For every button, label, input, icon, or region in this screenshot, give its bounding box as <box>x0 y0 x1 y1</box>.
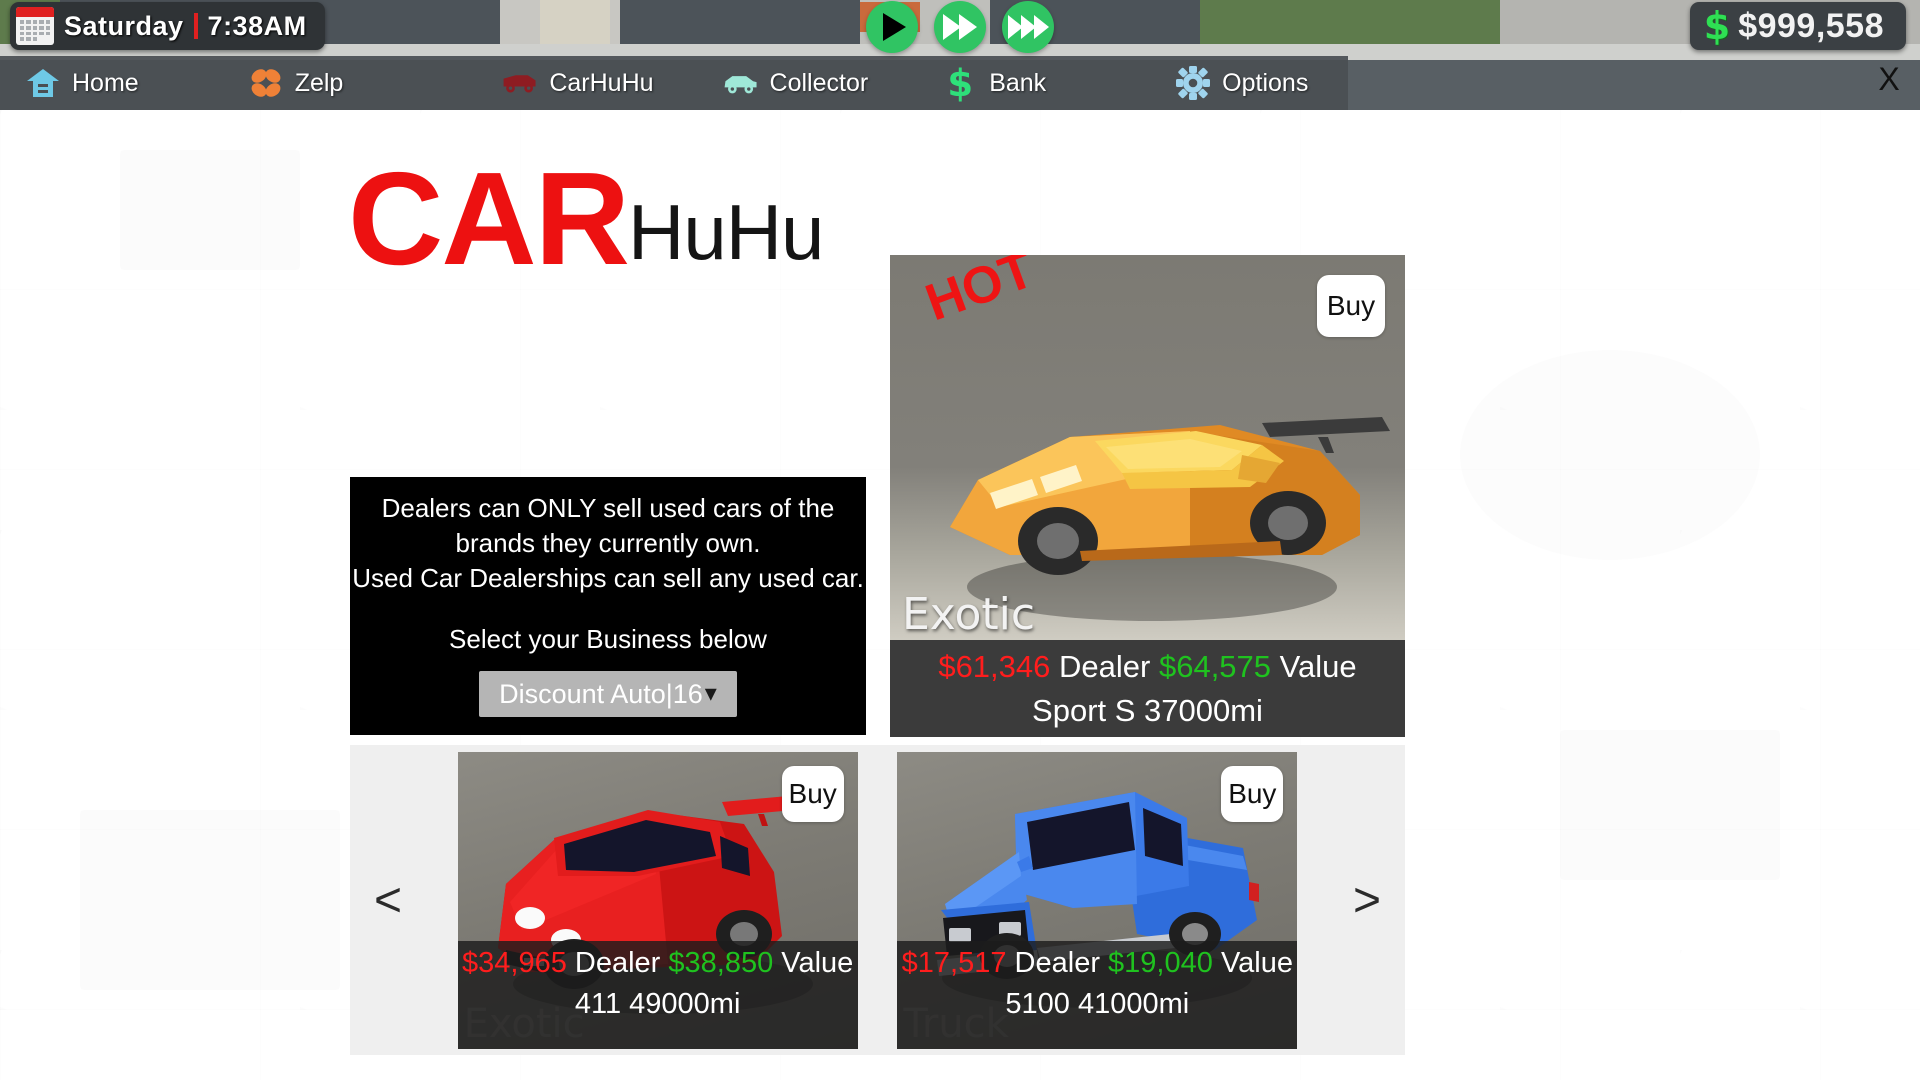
featured-model-label: Sport S 37000mi <box>1032 693 1263 728</box>
chevron-down-icon: ▾ <box>704 680 717 707</box>
featured-car-photo: HOT Buy Exotic <box>890 255 1405 640</box>
listing-price-line: $17,517 Dealer $19,040 Value <box>897 943 1297 984</box>
business-select-dropdown[interactable]: Discount Auto|16 ▾ <box>479 671 737 717</box>
featured-value-price: $64,575 <box>1158 649 1272 684</box>
fast-forward-2x-button[interactable] <box>934 1 986 53</box>
listing-model-label: 411 49000mi <box>574 987 741 1020</box>
nav-label-home: Home <box>72 68 139 97</box>
info-line-2: brands they currently own. <box>455 528 761 558</box>
business-select-value: Discount Auto|16 <box>499 678 703 709</box>
fast-forward-3x-button[interactable] <box>1002 1 1054 53</box>
listing-info: $17,517 Dealer $19,040 Value 5100 41000m… <box>897 940 1298 1049</box>
nav-label-bank: Bank <box>989 68 1047 97</box>
nav-item-carhuhu[interactable]: CarHuHu <box>487 56 667 110</box>
featured-value-label: Value <box>1279 649 1357 684</box>
listing-model-label: 5100 41000mi <box>1005 987 1190 1020</box>
gallery-prev-button[interactable]: < <box>358 745 418 1055</box>
logo-secondary-text: HuHu <box>627 188 824 277</box>
van-icon <box>501 66 539 100</box>
gear-icon <box>1174 66 1212 100</box>
nav-item-zelp[interactable]: Zelp <box>233 56 358 110</box>
dollar-icon: $ <box>947 61 974 105</box>
listing-price-line: $34,965 Dealer $38,850 Value <box>458 943 858 984</box>
nav-label-carhuhu: CarHuHu <box>549 68 654 97</box>
listing-dealer-price: $34,965 <box>462 946 567 979</box>
featured-listing-card[interactable]: HOT Buy Exotic $61,346 Dealer $64,575 Va… <box>890 255 1405 737</box>
gallery-next-button[interactable]: > <box>1337 745 1397 1055</box>
listing-buy-button[interactable]: Buy <box>781 765 844 822</box>
listing-info: $34,965 Dealer $38,850 Value 411 49000mi <box>457 940 858 1049</box>
speed-controls <box>866 1 1054 53</box>
double-forward-icon <box>943 14 977 40</box>
featured-dealer-label: Dealer <box>1059 649 1151 684</box>
listing-value-label: Value <box>781 946 854 979</box>
nav-item-home[interactable]: Home <box>10 56 153 110</box>
nav-label-collector: Collector <box>769 68 869 97</box>
flower-icon <box>247 66 285 100</box>
featured-buy-button[interactable]: Buy <box>1317 275 1385 337</box>
triple-forward-icon <box>1007 15 1049 39</box>
listing-value-label: Value <box>1220 946 1293 979</box>
play-button[interactable] <box>866 1 918 53</box>
listing-value-price: $19,040 <box>1108 946 1213 979</box>
home-icon <box>24 66 62 100</box>
nav-label-zelp: Zelp <box>294 68 344 97</box>
listing-buy-button[interactable]: Buy <box>1221 765 1284 822</box>
info-line-3: Used Car Dealerships can sell any used c… <box>352 563 864 593</box>
carhuhu-panel: CAR HuHu Dealers can ONLY sell used cars… <box>0 110 1920 1080</box>
listing-dealer-price: $17,517 <box>901 946 1007 979</box>
info-panel: Dealers can ONLY sell used cars of the b… <box>350 477 866 735</box>
nav-item-options[interactable]: Options <box>1160 56 1322 110</box>
select-business-label: Select your Business below <box>449 624 767 654</box>
listing-value-price: $38,850 <box>668 946 774 979</box>
nav-item-collector[interactable]: Collector <box>708 56 883 110</box>
featured-price-line: $61,346 Dealer $64,575 Value <box>890 645 1405 689</box>
featured-listing-info: $61,346 Dealer $64,575 Value Sport S 370… <box>890 640 1405 737</box>
nav-label-options: Options <box>1222 68 1309 97</box>
logo-primary-text: CAR <box>348 145 630 292</box>
listing-card[interactable]: Buy Truck $17,517 Dealer $19,040 Value 5… <box>897 751 1298 1049</box>
listing-card[interactable]: Buy Exotic $34,965 Dealer $38,850 Value … <box>457 751 858 1049</box>
carhuhu-logo: CAR HuHu <box>348 145 824 292</box>
listing-dealer-label: Dealer <box>1014 946 1100 979</box>
close-button[interactable]: X <box>1866 56 1912 102</box>
listing-gallery: < Buy $34,965 Dealer $38,850 Value 411 4… <box>350 745 1405 1055</box>
nav-item-bank[interactable]: $ Bank <box>927 56 1060 110</box>
featured-dealer-price: $61,346 <box>938 649 1051 684</box>
car-icon <box>722 66 760 100</box>
play-icon <box>883 13 906 41</box>
listing-dealer-label: Dealer <box>574 946 661 979</box>
main-navigation-bar: Home Zelp CarHuHu Collector $ Bank Optio… <box>0 56 1348 110</box>
featured-category-label: Exotic <box>902 589 1036 640</box>
info-line-1: Dealers can ONLY sell used cars of the <box>381 493 835 523</box>
